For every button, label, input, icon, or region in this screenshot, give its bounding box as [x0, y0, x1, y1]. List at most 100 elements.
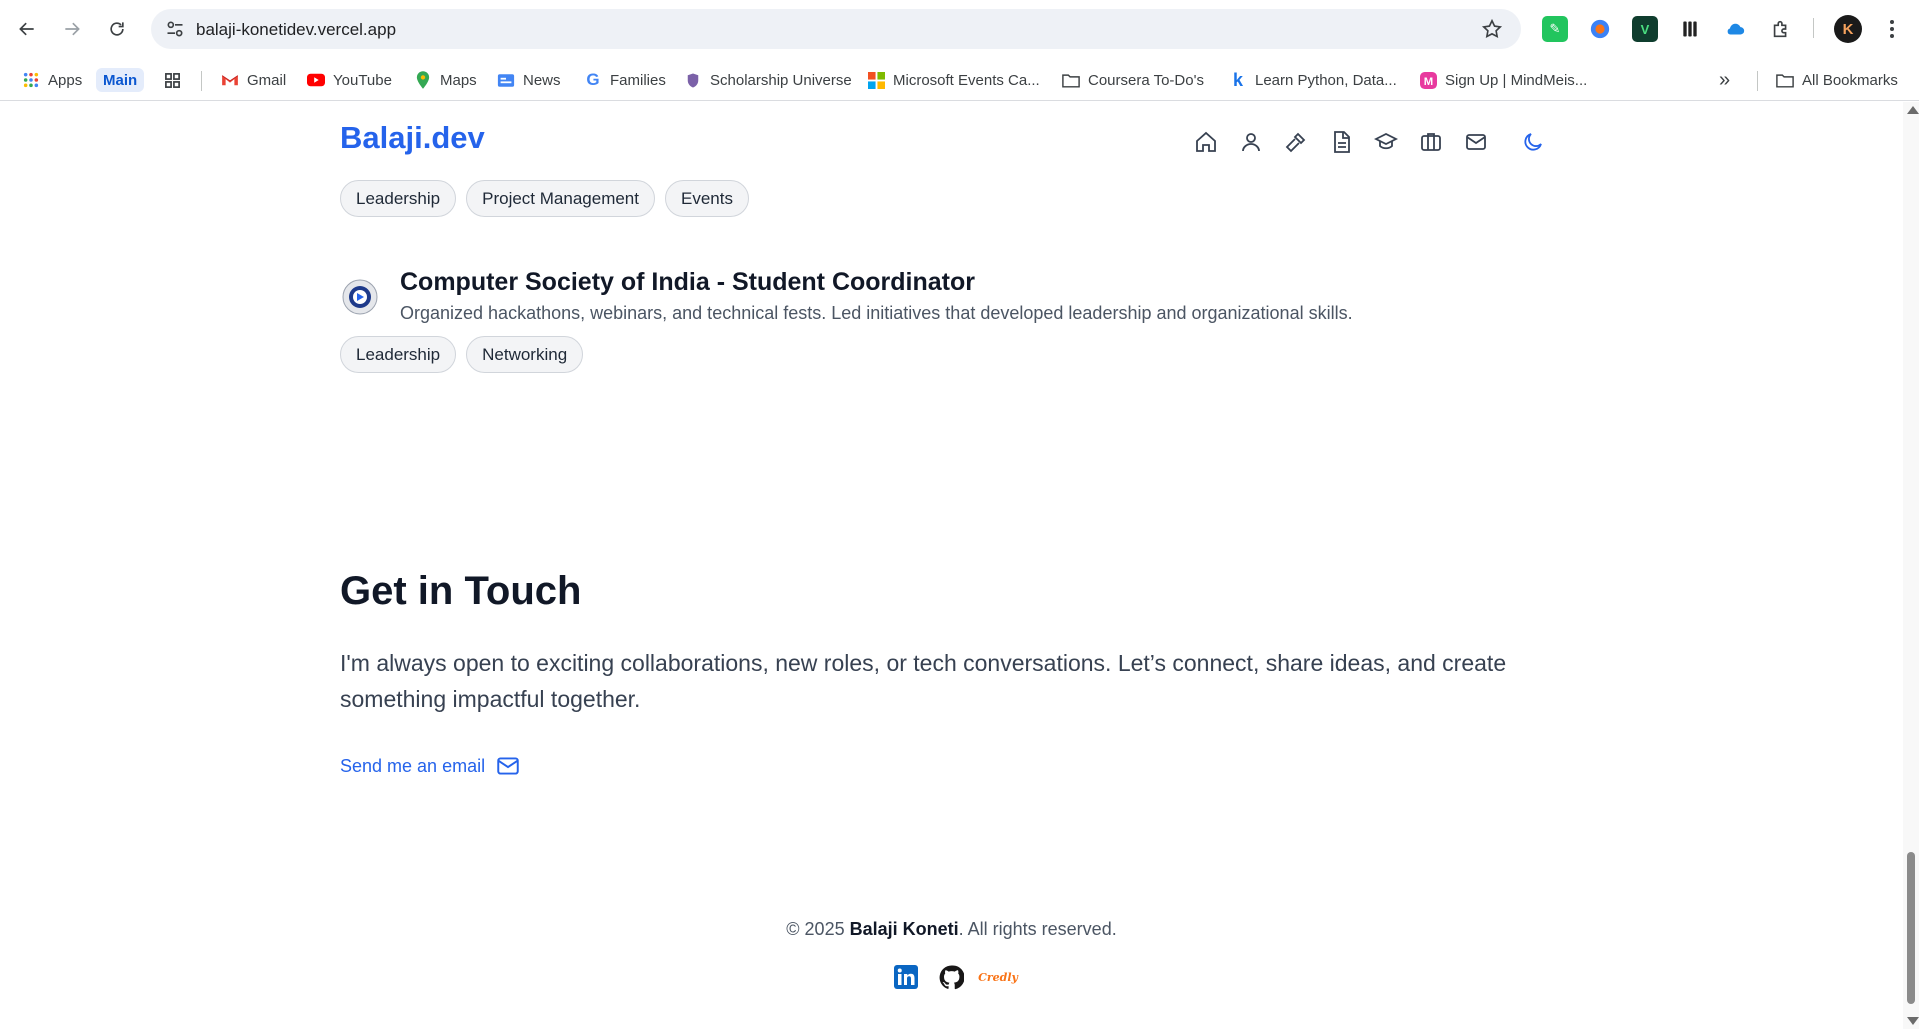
contact-text: I'm always open to exciting collaboratio… [340, 650, 1507, 712]
bookmark-label: Learn Python, Data... [1255, 71, 1397, 89]
bookmark-youtube[interactable]: YouTube [307, 68, 392, 92]
shield-icon [684, 71, 702, 89]
maps-pin-icon [414, 71, 432, 89]
extension-v-icon[interactable]: V [1632, 16, 1658, 42]
mail-icon [1466, 134, 1486, 150]
nav-contact[interactable] [1462, 128, 1490, 156]
bookmark-label: Coursera To-Do's [1088, 71, 1204, 89]
copyright-prefix: © 2025 [786, 919, 845, 939]
nav-skills[interactable] [1282, 128, 1310, 156]
scroll-thumb[interactable] [1907, 852, 1915, 1004]
extension-green-icon[interactable]: ✎ [1542, 16, 1568, 42]
forward-button[interactable] [57, 14, 87, 44]
site-settings-icon[interactable] [165, 19, 185, 39]
arrow-right-icon [65, 22, 80, 36]
tag: Leadership [340, 180, 457, 217]
tab-groups-button[interactable] [163, 68, 189, 92]
send-email-link[interactable]: Send me an email [340, 753, 521, 779]
nav-home[interactable] [1192, 128, 1220, 156]
mindmeister-icon: M [1419, 71, 1437, 89]
credly-link[interactable]: Credly [978, 964, 1018, 990]
more-bookmarks-button[interactable]: » [1719, 68, 1730, 92]
csi-logo [342, 279, 378, 315]
social-links: Credly [893, 964, 1032, 990]
reload-button[interactable] [102, 14, 132, 44]
address-bar[interactable]: balaji-konetidev.vercel.app [151, 9, 1521, 49]
tag: Leadership [340, 336, 457, 373]
briefcase-icon [1421, 133, 1441, 151]
profile-avatar[interactable]: K [1834, 15, 1862, 43]
all-bookmarks-folder[interactable]: All Bookmarks [1776, 68, 1898, 92]
copyright-suffix: . All rights reserved. [958, 919, 1117, 939]
news-icon [497, 71, 515, 89]
bookmarks-divider [201, 71, 202, 91]
extensions-puzzle-icon[interactable] [1768, 16, 1794, 42]
bookmark-label: Scholarship Universe [710, 71, 852, 89]
bookmarks-bar: Apps Main Gmail YouTube Maps News G Fami… [0, 59, 1919, 101]
bookmark-mindmeister[interactable]: M Sign Up | MindMeis... [1419, 68, 1587, 92]
footer-copyright: © 2025 Balaji Koneti. All rights reserve… [0, 919, 1903, 940]
home-icon [1196, 131, 1216, 152]
url-text[interactable]: balaji-konetidev.vercel.app [196, 20, 396, 40]
bookmark-star-icon[interactable] [1481, 18, 1503, 40]
bookmark-maps[interactable]: Maps [414, 68, 477, 92]
bookmarks-divider [1757, 71, 1758, 91]
bookmark-label: Maps [440, 71, 477, 89]
bookmark-apps[interactable]: Apps [22, 68, 82, 92]
user-icon [1242, 133, 1260, 152]
browser-toolbar: balaji-konetidev.vercel.app ✎ V K [0, 0, 1919, 59]
bookmark-main[interactable]: Main [96, 68, 145, 92]
back-button[interactable] [12, 14, 42, 44]
bookmark-folder-coursera[interactable]: Coursera To-Do's [1062, 68, 1204, 92]
page-scrollbar[interactable] [1903, 102, 1919, 1029]
bookmark-label: Families [610, 71, 666, 89]
bookmark-families[interactable]: G Families [584, 68, 666, 92]
experience-title: Computer Society of India - Student Coor… [400, 268, 975, 296]
bookmark-gmail[interactable]: Gmail [221, 68, 286, 92]
nav-about[interactable] [1237, 128, 1265, 156]
cloud-icon[interactable] [1722, 16, 1748, 42]
tag: Project Management [466, 180, 655, 217]
contact-heading: Get in Touch [340, 569, 582, 613]
linkedin-icon [894, 965, 918, 989]
bookmark-learn-python[interactable]: k Learn Python, Data... [1229, 68, 1397, 92]
linkedin-link[interactable] [893, 964, 919, 990]
previous-experience-tags: Leadership Project Management Events [340, 180, 759, 217]
gmail-icon [221, 71, 239, 89]
bookmark-label: Gmail [247, 71, 287, 89]
bookmark-label: All Bookmarks [1802, 71, 1898, 89]
credly-logo: Credly [978, 970, 1018, 984]
theme-toggle[interactable] [1519, 128, 1547, 156]
nav-education[interactable] [1372, 128, 1400, 156]
bookmark-label: Sign Up | MindMeis... [1445, 71, 1588, 89]
github-link[interactable] [938, 964, 964, 990]
folder-icon [1776, 71, 1794, 89]
graduation-cap-icon [1374, 132, 1398, 150]
bookmark-label: Main [103, 71, 138, 89]
extension-grid-icon[interactable] [1677, 16, 1703, 42]
document-icon [1334, 131, 1350, 153]
nav-experience[interactable] [1417, 128, 1445, 156]
toolbar-divider [1813, 18, 1814, 38]
bookmark-scholarship-universe[interactable]: Scholarship Universe [684, 68, 852, 92]
site-nav [1192, 128, 1564, 156]
microsoft-icon [867, 71, 885, 89]
github-icon [939, 965, 964, 989]
mail-icon [497, 757, 519, 775]
bookmark-news[interactable]: News [497, 68, 561, 92]
tag: Events [665, 180, 749, 217]
arrow-left-icon [19, 22, 34, 36]
reload-icon [110, 22, 124, 36]
send-email-label: Send me an email [340, 755, 486, 776]
nav-resume[interactable] [1327, 128, 1355, 156]
scroll-up-arrow-icon[interactable] [1907, 106, 1919, 114]
bookmark-microsoft-events[interactable]: Microsoft Events Ca... [867, 68, 1040, 92]
svg-text:M: M [1423, 75, 1432, 87]
apps-grid-icon [22, 71, 40, 89]
extension-circle-icon[interactable] [1587, 16, 1613, 42]
browser-menu-button[interactable] [1882, 17, 1902, 41]
bookmark-label: News [523, 71, 561, 89]
scroll-down-arrow-icon[interactable] [1907, 1017, 1919, 1025]
site-brand[interactable]: Balaji.dev [340, 120, 485, 156]
hammer-icon [1285, 132, 1306, 153]
